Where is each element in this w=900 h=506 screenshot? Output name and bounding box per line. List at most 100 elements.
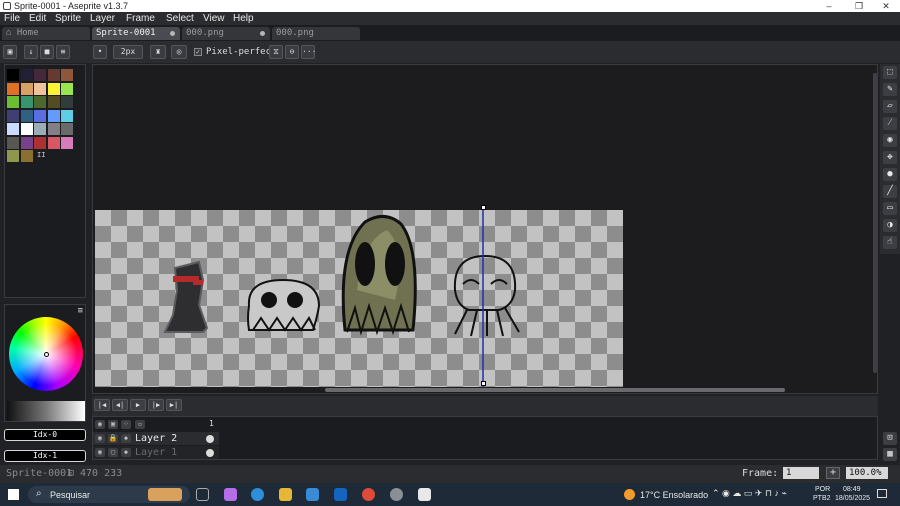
palette-swatch[interactable] xyxy=(34,69,46,81)
tray-icons[interactable]: ⌃ ◉ ☁ ▭ ✈ ⊓ ♪ ⌁ xyxy=(712,488,787,499)
palette-swatch[interactable] xyxy=(47,82,60,95)
eye-icon[interactable]: ◉ xyxy=(95,434,105,443)
palette-swatch[interactable] xyxy=(34,96,46,108)
vertical-scrollbar[interactable] xyxy=(873,73,877,373)
symmetry-handle-bottom[interactable] xyxy=(481,381,486,386)
menu-help[interactable]: Help xyxy=(233,12,254,25)
file-explorer-icon[interactable] xyxy=(279,488,292,501)
next-frame-button[interactable]: |▶ xyxy=(148,399,164,411)
palette-swatch[interactable] xyxy=(7,69,19,81)
pixel-perfect-label[interactable]: Pixel-perfect xyxy=(206,47,276,57)
canvas-area[interactable] xyxy=(92,64,878,394)
palette-swatch[interactable] xyxy=(20,150,33,162)
fill-tool-icon[interactable]: ● xyxy=(883,168,897,181)
frame-field[interactable]: 1 xyxy=(783,467,819,479)
sort-icon[interactable]: ↓ xyxy=(24,45,38,59)
palette-swatch[interactable] xyxy=(47,123,60,135)
palette-swatch[interactable] xyxy=(7,136,19,149)
cel-dot[interactable] xyxy=(206,435,214,443)
first-frame-button[interactable]: |◀ xyxy=(94,399,110,411)
settings-icon[interactable] xyxy=(390,488,403,501)
palette-swatch[interactable] xyxy=(34,109,46,122)
menu-view[interactable]: View xyxy=(203,12,225,25)
cel-dot[interactable] xyxy=(206,449,214,457)
color-options-icon[interactable]: ≡ xyxy=(78,306,83,316)
continuous-header-icon[interactable]: ⁘ xyxy=(121,420,131,429)
menu-select[interactable]: Select xyxy=(166,12,194,25)
weather-text[interactable]: 17°C Ensolarado xyxy=(640,490,708,500)
add-frame-button[interactable]: + xyxy=(826,467,840,479)
palette-swatch[interactable] xyxy=(47,96,60,108)
unsaved-dot-icon[interactable] xyxy=(260,31,265,36)
menu-sprite[interactable]: Sprite xyxy=(55,12,81,25)
tab-000-png-2[interactable]: 000.png xyxy=(272,27,360,40)
palette-swatch[interactable] xyxy=(61,96,73,108)
shade-bar[interactable] xyxy=(7,401,85,421)
palette-menu-icon[interactable]: ≡ xyxy=(56,45,70,59)
minimize-button[interactable]: – xyxy=(815,0,843,12)
move-tool-icon[interactable]: ✥ xyxy=(883,151,897,164)
blur-tool-icon[interactable]: ◑ xyxy=(883,219,897,232)
tab-home[interactable]: ⌂ Home xyxy=(2,27,90,40)
lock-header-icon[interactable]: ▣ xyxy=(108,420,118,429)
continuous-icon[interactable]: ◆ xyxy=(121,448,131,457)
layer-name[interactable]: Layer 2 xyxy=(135,432,177,445)
symmetry-handle-top[interactable] xyxy=(481,205,486,210)
palette-swatch[interactable] xyxy=(47,69,60,81)
task-view-icon[interactable] xyxy=(196,488,209,501)
maximize-button[interactable]: ❐ xyxy=(845,0,873,12)
lock-icon[interactable]: 🔒 xyxy=(108,434,118,443)
zoom-field[interactable]: 100.0% xyxy=(846,467,888,479)
palette-more[interactable]: II xyxy=(37,151,45,159)
menu-layer[interactable]: Layer xyxy=(90,12,115,25)
palette-swatch[interactable] xyxy=(61,69,73,81)
tab-000-png[interactable]: 000.png xyxy=(182,27,270,40)
palette-swatch[interactable] xyxy=(20,123,33,135)
brush-shape-icon[interactable]: • xyxy=(93,45,107,59)
edge-icon[interactable] xyxy=(251,488,264,501)
smudge-tool-icon[interactable]: ☝ xyxy=(883,236,897,249)
palette-swatch[interactable] xyxy=(7,109,19,122)
layer-name[interactable]: Layer 1 xyxy=(135,446,177,459)
menu-file[interactable]: File xyxy=(4,12,20,25)
continuous-icon[interactable]: ◆ xyxy=(121,434,131,443)
eye-header-icon[interactable]: ◉ xyxy=(95,420,105,429)
eyedropper-tool-icon[interactable]: ⁄ xyxy=(883,117,897,130)
color-wheel[interactable] xyxy=(9,317,83,391)
frame-header[interactable]: 1 xyxy=(209,419,214,428)
previous-frame-button[interactable]: ◀| xyxy=(112,399,128,411)
marquee-tool-icon[interactable]: ⬚ xyxy=(883,66,897,79)
pencil-tool-icon[interactable]: ✎ xyxy=(883,83,897,96)
unlock-icon[interactable]: ▢ xyxy=(108,448,118,457)
more-options-button[interactable]: ··· xyxy=(301,45,316,59)
palette-swatch[interactable] xyxy=(20,109,33,122)
outlook-icon[interactable] xyxy=(334,488,347,501)
menu-frame[interactable]: Frame xyxy=(126,12,155,25)
palette-swatch[interactable] xyxy=(7,150,19,162)
frame-preview-icon[interactable]: ⊡ xyxy=(883,432,897,445)
line-tool-icon[interactable]: ╱ xyxy=(883,185,897,198)
palette-swatch[interactable] xyxy=(47,136,60,149)
palette-swatch[interactable] xyxy=(34,136,46,149)
notifications-icon[interactable] xyxy=(877,489,887,498)
palette-swatch[interactable] xyxy=(20,96,33,108)
foreground-color[interactable]: Idx-0 xyxy=(4,429,86,441)
background-color[interactable]: Idx-1 xyxy=(4,450,86,462)
palette-swatch[interactable] xyxy=(20,82,33,95)
palette-swatch[interactable] xyxy=(7,123,19,135)
pixel-perfect-checkbox[interactable]: ✓ xyxy=(194,48,202,56)
taskbar-search[interactable]: ⌕ Pesquisar xyxy=(28,486,190,503)
unsaved-dot-icon[interactable] xyxy=(170,31,175,36)
menu-edit[interactable]: Edit xyxy=(29,12,46,25)
zoom-tool-icon[interactable]: ◉ xyxy=(883,134,897,147)
ink-icon[interactable]: ♜ xyxy=(150,45,166,59)
palette-swatch[interactable] xyxy=(34,82,46,95)
aseprite-icon[interactable] xyxy=(418,488,431,501)
palette-swatch[interactable] xyxy=(20,136,33,149)
palette-swatch[interactable] xyxy=(47,109,60,122)
close-button[interactable]: ✕ xyxy=(872,0,900,12)
symmetry-vertical-icon[interactable]: ⧖ xyxy=(269,45,283,59)
lang-top[interactable]: POR xyxy=(815,486,830,493)
palette-swatch[interactable] xyxy=(7,82,19,95)
timeline-toggle-icon[interactable]: ▦ xyxy=(883,448,897,461)
